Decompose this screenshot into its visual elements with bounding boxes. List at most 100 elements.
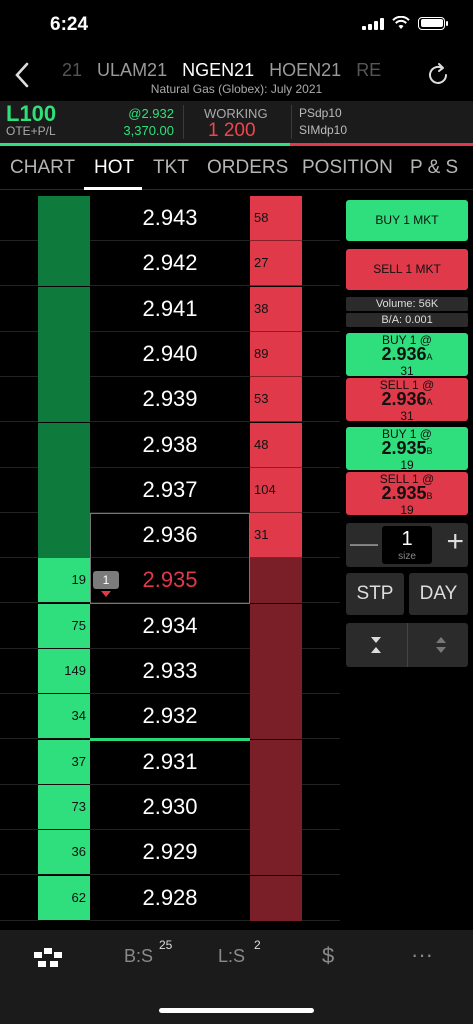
- ladder-row[interactable]: 2.943 58: [0, 196, 340, 241]
- price-ladder[interactable]: 2.943 58 2.942 27 2.941 38 2.940 89 2.939 53 2.938…: [0, 196, 340, 930]
- bid-cell[interactable]: 149: [38, 649, 90, 694]
- ask-cell[interactable]: [250, 876, 302, 921]
- ladder-row[interactable]: 34 2.932: [0, 694, 340, 739]
- ask-cell[interactable]: [250, 604, 302, 649]
- symbol-tab[interactable]: HOEN21: [269, 60, 341, 81]
- buy-at-ask-button[interactable]: BUY 1 @ 2.936A 31: [346, 333, 468, 378]
- price-cell[interactable]: 2.934: [90, 604, 250, 649]
- ask-cell[interactable]: 31: [250, 513, 302, 558]
- ask-cell[interactable]: [250, 558, 302, 603]
- symbol-tab[interactable]: 21: [62, 60, 82, 81]
- symbol-carousel[interactable]: 21 ULAM21 NGEN21 HOEN21 RE: [62, 60, 403, 84]
- ask-cell[interactable]: [250, 785, 302, 830]
- ladder-row[interactable]: 2.938 48: [0, 423, 340, 468]
- longs-shorts-tab[interactable]: L:S: [218, 946, 245, 967]
- ladder-view-icon[interactable]: [34, 948, 62, 970]
- buy-market-button[interactable]: BUY 1 MKT: [346, 200, 468, 241]
- bid-cell[interactable]: 62: [38, 876, 90, 921]
- expand-ladder-icon[interactable]: [434, 635, 448, 655]
- price-cell[interactable]: 2.942: [90, 241, 250, 286]
- price-cell[interactable]: 2.939: [90, 377, 250, 422]
- ask-cell[interactable]: 38: [250, 287, 302, 332]
- price-cell[interactable]: 2.928: [90, 876, 250, 921]
- price-cell[interactable]: 2.932: [90, 694, 250, 739]
- price-cell[interactable]: 2.933: [90, 649, 250, 694]
- buys-sells-tab[interactable]: B:S: [124, 946, 153, 967]
- bid-cell[interactable]: 34: [38, 694, 90, 739]
- tab-tkt[interactable]: TKT: [153, 157, 189, 179]
- bid-cell[interactable]: 19: [38, 558, 90, 603]
- ladder-row[interactable]: 73 2.930: [0, 785, 340, 830]
- ask-cell[interactable]: 89: [250, 332, 302, 377]
- ask-qty: 38: [254, 301, 269, 316]
- tab-chart[interactable]: CHART: [10, 157, 75, 179]
- symbol-tab[interactable]: ULAM21: [97, 60, 167, 81]
- bid-cell[interactable]: [38, 423, 90, 468]
- bid-cell[interactable]: 37: [38, 740, 90, 785]
- time-in-force-button[interactable]: DAY: [409, 573, 468, 615]
- account-strip[interactable]: L100 OTE+P/L @2.932 3,370.00 WORKING 1 2…: [0, 101, 473, 143]
- bid-cell[interactable]: [38, 196, 90, 241]
- ladder-row[interactable]: 2.942 27: [0, 241, 340, 286]
- bid-qty: 19: [71, 572, 86, 587]
- ask-cell[interactable]: [250, 830, 302, 875]
- bid-qty: 149: [64, 663, 86, 678]
- bid-cell[interactable]: [38, 241, 90, 286]
- bid-cell[interactable]: 36: [38, 830, 90, 875]
- ladder-row[interactable]: 2.937 104: [0, 468, 340, 513]
- bid-cell[interactable]: [38, 332, 90, 377]
- ladder-row[interactable]: 2.939 53: [0, 377, 340, 422]
- ask-cell[interactable]: [250, 694, 302, 739]
- tab-hot[interactable]: HOT: [94, 157, 134, 179]
- ask-cell[interactable]: 48: [250, 423, 302, 468]
- sell-bid-suffix: B: [426, 491, 433, 501]
- buy-bid-suffix: B: [426, 446, 433, 456]
- ask-cell[interactable]: 104: [250, 468, 302, 513]
- price-cell[interactable]: 2.931: [90, 740, 250, 785]
- bid-cell[interactable]: [38, 468, 90, 513]
- sell-at-bid-button[interactable]: SELL 1 @ 2.935B 19: [346, 472, 468, 517]
- size-field[interactable]: 1 size: [382, 526, 432, 564]
- price-cell[interactable]: 2.941: [90, 287, 250, 332]
- ask-cell[interactable]: 58: [250, 196, 302, 241]
- ask-cell[interactable]: 27: [250, 241, 302, 286]
- sell-market-button[interactable]: SELL 1 MKT: [346, 249, 468, 290]
- ladder-row[interactable]: 2.941 38: [0, 287, 340, 332]
- increment-size-button[interactable]: +: [446, 525, 464, 559]
- ask-cell[interactable]: 53: [250, 377, 302, 422]
- ask-cell[interactable]: [250, 740, 302, 785]
- price-cell[interactable]: 2.929: [90, 830, 250, 875]
- ladder-row[interactable]: 36 2.929: [0, 830, 340, 875]
- refresh-icon[interactable]: [425, 62, 451, 88]
- bid-cell[interactable]: [38, 513, 90, 558]
- bid-cell[interactable]: [38, 377, 90, 422]
- more-icon[interactable]: ···: [411, 942, 433, 968]
- ladder-row[interactable]: 62 2.928: [0, 876, 340, 921]
- tab-orders[interactable]: ORDERS: [207, 157, 288, 179]
- right-margin-cell: [302, 196, 340, 241]
- decrement-size-button[interactable]: —: [350, 527, 378, 559]
- price-cell[interactable]: 2.940: [90, 332, 250, 377]
- sell-at-ask-button[interactable]: SELL 1 @ 2.936A 31: [346, 378, 468, 423]
- tab-position[interactable]: POSITION: [302, 157, 393, 179]
- ladder-row[interactable]: 75 2.934: [0, 604, 340, 649]
- bid-cell[interactable]: 75: [38, 604, 90, 649]
- price-cell[interactable]: 2.930: [90, 785, 250, 830]
- price-cell[interactable]: 2.938: [90, 423, 250, 468]
- working-order-badge[interactable]: 1: [93, 571, 119, 589]
- ladder-row[interactable]: 37 2.931: [0, 740, 340, 785]
- price-cell[interactable]: 2.937: [90, 468, 250, 513]
- collapse-to-center-icon[interactable]: [369, 635, 383, 655]
- bid-cell[interactable]: [38, 287, 90, 332]
- ladder-row[interactable]: 149 2.933: [0, 649, 340, 694]
- tab-p-and-s[interactable]: P & S: [410, 157, 458, 179]
- ask-cell[interactable]: [250, 649, 302, 694]
- stop-order-type-button[interactable]: STP: [346, 573, 404, 615]
- bid-cell[interactable]: 73: [38, 785, 90, 830]
- ladder-row[interactable]: 2.940 89: [0, 332, 340, 377]
- symbol-tab[interactable]: RE: [356, 60, 381, 81]
- dollar-icon[interactable]: $: [322, 943, 334, 969]
- price-cell[interactable]: 2.943: [90, 196, 250, 241]
- symbol-tab-active[interactable]: NGEN21: [182, 60, 254, 81]
- buy-at-bid-button[interactable]: BUY 1 @ 2.935B 19: [346, 427, 468, 472]
